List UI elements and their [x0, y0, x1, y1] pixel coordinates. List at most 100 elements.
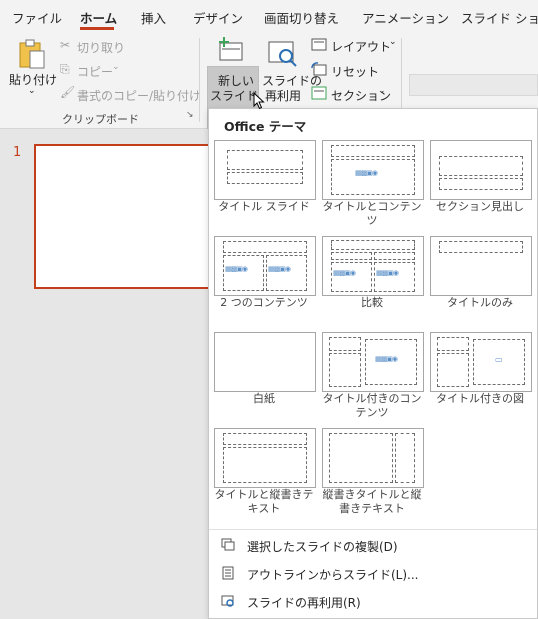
vertical-text-placeholder	[329, 433, 393, 483]
layout-label: タイトル スライド	[218, 200, 310, 213]
reset-button[interactable]: リセット	[331, 63, 379, 80]
layout-label: タイトルのみ	[447, 296, 513, 309]
copy-icon: ⎘	[60, 62, 70, 76]
layout-title-only[interactable]: タイトルのみ	[430, 236, 538, 309]
tab-animations[interactable]: アニメーション	[362, 8, 449, 27]
layout-preview: ▦▩▣◉ ▦▩▣◉	[214, 236, 316, 296]
layout-content-with-caption[interactable]: ▦▩▣◉ タイトル付きのコンテンツ	[322, 332, 430, 419]
layout-vertical-title-and-text[interactable]: 縦書きタイトルと縦書きテキスト	[322, 428, 430, 515]
right-content-placeholder	[374, 262, 415, 292]
title-placeholder	[331, 240, 415, 250]
tab-file[interactable]: ファイル	[12, 8, 62, 27]
slide-number: 1	[13, 145, 22, 160]
active-tab-indicator	[80, 27, 114, 30]
layout-button[interactable]: レイアウト	[331, 38, 391, 55]
reuse-slides-icon	[221, 595, 234, 607]
title-placeholder	[439, 156, 523, 176]
duplicate-slides-icon	[221, 538, 235, 551]
format-painter-icon: 🖌	[60, 85, 76, 99]
layout-preview	[214, 428, 316, 488]
content-icons: ▦▩▣◉	[355, 169, 378, 177]
slide-thumbnail[interactable]	[34, 144, 208, 289]
layout-preview	[322, 428, 424, 488]
layout-label: 白紙	[253, 392, 275, 405]
group-separator	[199, 38, 200, 122]
title-placeholder	[223, 433, 307, 445]
title-placeholder	[329, 337, 361, 351]
font-name-box[interactable]	[409, 74, 538, 96]
layout-section-header[interactable]: セクション見出し	[430, 140, 538, 213]
layout-label: タイトル付きの図	[436, 392, 524, 405]
copy-dropdown-chevron-icon[interactable]: ⌄	[112, 62, 120, 72]
content-placeholder	[331, 159, 415, 195]
tab-transitions[interactable]: 画面切り替え	[264, 8, 339, 27]
text-placeholder	[439, 178, 523, 190]
layout-label: 2 つのコンテンツ	[220, 296, 308, 309]
tab-home[interactable]: ホーム	[80, 8, 117, 27]
layout-preview	[430, 236, 532, 296]
section-chevron-icon[interactable]: ⌄	[378, 86, 386, 96]
layout-label: タイトル付きのコンテンツ	[322, 392, 422, 419]
cut-scissors-icon: ✂	[60, 38, 71, 52]
clipboard-launcher-icon[interactable]: ↘	[186, 110, 194, 120]
menu-separator	[209, 529, 537, 530]
tab-insert[interactable]: 挿入	[141, 8, 166, 27]
caption-placeholder	[437, 353, 469, 387]
layout-two-content[interactable]: ▦▩▣◉ ▦▩▣◉ 2 つのコンテンツ	[214, 236, 322, 309]
layout-preview: ▭	[430, 332, 532, 392]
layout-label: タイトルとコンテンツ	[322, 200, 422, 227]
layout-chevron-icon[interactable]: ⌄	[389, 37, 397, 47]
left-content-placeholder	[223, 255, 264, 291]
format-painter-button[interactable]: 書式のコピー/貼り付け	[77, 87, 201, 104]
mouse-pointer-icon	[253, 92, 265, 110]
paste-dropdown-chevron-icon[interactable]: ⌄	[28, 86, 36, 96]
slides-from-outline-item[interactable]: アウトラインからスライド(L)...	[219, 564, 519, 586]
new-slide-layout-menu: Office テーマ タイトル スライド ▦▩▣◉ タイトルとコンテンツ セクシ…	[208, 108, 538, 619]
layout-comparison[interactable]: ▦▩▣◉ ▦▩▣◉ 比較	[322, 236, 430, 309]
layout-title-and-content[interactable]: ▦▩▣◉ タイトルとコンテンツ	[322, 140, 430, 227]
title-placeholder	[227, 150, 303, 170]
layout-label: セクション見出し	[436, 200, 524, 213]
tab-slideshow[interactable]: スライド ショー	[461, 8, 538, 27]
content-icons: ▦▩▣◉	[225, 265, 248, 273]
picture-icon: ▭	[495, 355, 503, 364]
ribbon-tabs: ファイル ホーム 挿入 デザイン 画面切り替え アニメーション スライド ショー	[0, 0, 538, 32]
left-heading-placeholder	[331, 252, 372, 260]
left-content-placeholder	[331, 262, 372, 292]
layout-title-slide[interactable]: タイトル スライド	[214, 140, 322, 213]
new-slide-icon	[219, 37, 243, 61]
menu-item-label: 選択したスライドの複製(D)	[247, 540, 398, 554]
menu-theme-title: Office テーマ	[224, 119, 307, 134]
layout-picture-with-caption[interactable]: ▭ タイトル付きの図	[430, 332, 538, 405]
title-placeholder	[223, 241, 307, 253]
content-icons: ▦▩▣◉	[375, 355, 398, 363]
layout-preview: ▦▩▣◉ ▦▩▣◉	[322, 236, 424, 296]
layout-icon	[311, 38, 327, 51]
menu-item-label: アウトラインからスライド(L)...	[247, 568, 419, 582]
title-placeholder	[437, 337, 469, 351]
right-content-placeholder	[266, 255, 307, 291]
content-icons: ▦▩▣◉	[333, 269, 356, 277]
tab-design[interactable]: デザイン	[193, 8, 243, 27]
outline-document-icon	[222, 566, 234, 580]
right-heading-placeholder	[374, 252, 415, 260]
cut-button[interactable]: 切り取り	[77, 39, 125, 56]
reuse-slides-icon	[268, 41, 297, 67]
layout-preview	[430, 140, 532, 200]
layout-preview: ▦▩▣◉	[322, 332, 424, 392]
duplicate-selected-slides-item[interactable]: 選択したスライドの複製(D)	[219, 536, 519, 558]
layout-label: タイトルと縦書きテキスト	[214, 488, 314, 515]
reuse-slides-label-line2[interactable]: 再利用	[265, 87, 301, 104]
subtitle-placeholder	[227, 172, 303, 184]
reuse-slides-item[interactable]: スライドの再利用(R)	[219, 592, 519, 614]
clipboard-group-label: クリップボード	[62, 113, 139, 126]
paste-icon[interactable]	[17, 38, 47, 70]
title-placeholder	[439, 241, 523, 253]
copy-button[interactable]: コピー	[77, 63, 113, 80]
layout-blank[interactable]: 白紙	[214, 332, 322, 405]
menu-item-label: スライドの再利用(R)	[247, 596, 361, 610]
layout-preview	[214, 332, 316, 392]
layout-title-and-vertical-text[interactable]: タイトルと縦書きテキスト	[214, 428, 322, 515]
section-icon	[311, 86, 327, 100]
content-icons: ▦▩▣◉	[376, 269, 399, 277]
